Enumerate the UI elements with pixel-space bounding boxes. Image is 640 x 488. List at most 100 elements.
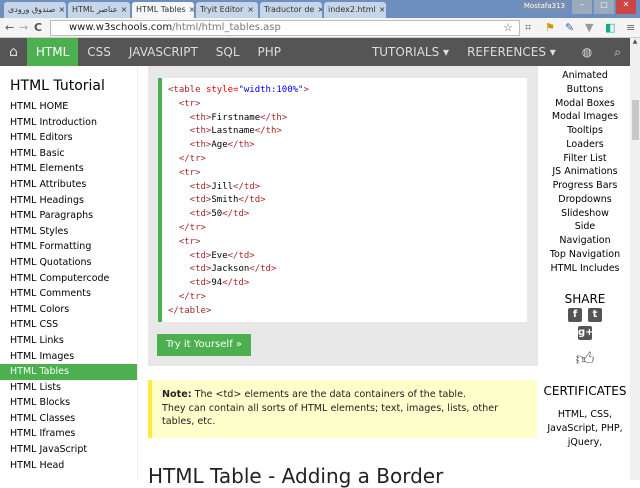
- sidebar-item[interactable]: HTML Editors: [0, 130, 137, 146]
- code-tag: >: [303, 85, 309, 95]
- nav-css[interactable]: CSS: [78, 38, 120, 66]
- nav-tutorials[interactable]: TUTORIALS ▾: [363, 38, 458, 66]
- url-input[interactable]: www.w3schools.com/html/html_tables.asp: [50, 20, 520, 36]
- sidebar-item[interactable]: HTML JavaScript: [0, 442, 137, 458]
- right-sidebar-link[interactable]: Top Navigation: [540, 248, 630, 262]
- browser-tab[interactable]: index2.html ×: [324, 2, 386, 18]
- browser-tab[interactable]: صندوق ورودی ×: [4, 2, 66, 18]
- right-sidebar-link[interactable]: HTML Includes: [540, 262, 630, 276]
- forward-icon[interactable]: →: [19, 21, 28, 34]
- tab-close-icon[interactable]: ×: [58, 5, 65, 15]
- code-line: <th>Lastname</th>: [168, 125, 527, 139]
- sidebar-item[interactable]: HTML Basic: [0, 146, 137, 162]
- browser-tab[interactable]: HTML عناصر ×: [68, 2, 130, 18]
- try-it-yourself-button[interactable]: Try it Yourself »: [157, 334, 251, 356]
- url-path: /html/html_tables.asp: [172, 22, 281, 33]
- sidebar-item[interactable]: HTML CSS: [0, 317, 137, 333]
- sidebar-item[interactable]: HTML Colors: [0, 302, 137, 318]
- scroll-up-arrow[interactable]: ▲: [630, 38, 640, 66]
- code-tag: </tr>: [168, 222, 206, 233]
- sidebar-item[interactable]: HTML Images: [0, 349, 137, 365]
- maximize-button[interactable]: □: [594, 0, 614, 14]
- right-sidebar-link[interactable]: Navigation: [540, 234, 630, 248]
- sidebar-item[interactable]: HTML Iframes: [0, 426, 137, 442]
- sidebar-item[interactable]: HTML Introduction: [0, 115, 137, 131]
- right-sidebar-link[interactable]: Modal Boxes: [540, 97, 630, 111]
- tab-label: HTML عناصر: [72, 5, 118, 14]
- reload-icon[interactable]: C: [34, 21, 42, 34]
- tab-close-icon[interactable]: ×: [379, 5, 386, 15]
- sidebar-item[interactable]: HTML Tables: [0, 364, 137, 380]
- sidebar-item[interactable]: HTML Headings: [0, 193, 137, 209]
- right-sidebar-link[interactable]: Slideshow: [540, 207, 630, 221]
- code-line: <th>Age</th>: [168, 139, 527, 153]
- share-heading: SHARE: [564, 292, 606, 307]
- close-window-button[interactable]: ✕: [616, 0, 636, 14]
- nav-references[interactable]: REFERENCES ▾: [458, 38, 565, 66]
- globe-icon[interactable]: ◍: [573, 38, 601, 66]
- google-plus-icon[interactable]: g+: [578, 326, 594, 341]
- right-sidebar-link[interactable]: Tooltips: [540, 124, 630, 138]
- right-sidebar-link[interactable]: Buttons: [540, 83, 630, 97]
- sidebar-item[interactable]: HTML Computercode: [0, 271, 137, 287]
- extension-icon[interactable]: ◧: [605, 21, 615, 34]
- thumbs-up-icon[interactable]: 👍︎: [540, 348, 630, 370]
- tab-close-icon[interactable]: ×: [189, 5, 194, 15]
- code-text: 94: [211, 278, 223, 289]
- right-sidebar-link[interactable]: Modal Images: [540, 110, 630, 124]
- scrollbar-thumb[interactable]: [632, 100, 639, 140]
- sidebar-item[interactable]: HTML Head: [0, 458, 137, 474]
- code-text: 50: [211, 209, 223, 220]
- extension-icon[interactable]: ⌗: [525, 21, 531, 35]
- code-line: <td>Smith</td>: [168, 194, 527, 208]
- tab-close-icon[interactable]: ×: [247, 5, 254, 15]
- extension-icon[interactable]: ▼: [585, 21, 593, 34]
- eyedropper-icon[interactable]: ✎: [565, 21, 574, 34]
- right-sidebar-link[interactable]: Filter List: [540, 152, 630, 166]
- code-tag: </td>: [233, 181, 261, 192]
- sidebar-item[interactable]: HTML Lists: [0, 380, 137, 396]
- facebook-icon[interactable]: f: [568, 308, 582, 323]
- sidebar-item[interactable]: HTML Classes: [0, 411, 137, 427]
- back-icon[interactable]: ←: [5, 21, 14, 34]
- extension-icon[interactable]: ⚑: [545, 21, 555, 34]
- search-icon[interactable]: ⌕: [605, 38, 630, 66]
- browser-tab[interactable]: Traductor de ×: [260, 2, 322, 18]
- nav-html[interactable]: HTML: [26, 38, 79, 66]
- browser-tab[interactable]: Tryit Editor ×: [196, 2, 258, 18]
- twitter-icon[interactable]: t: [588, 308, 602, 323]
- right-sidebar-link[interactable]: Loaders: [540, 138, 630, 152]
- code-text: Jackson: [211, 264, 250, 275]
- code-tag: </td>: [222, 278, 250, 289]
- sidebar-item[interactable]: HTML Attributes: [0, 177, 137, 193]
- right-sidebar-link[interactable]: Progress Bars: [540, 179, 630, 193]
- sidebar-item[interactable]: HTML Styles: [0, 224, 137, 240]
- certificates-text[interactable]: HTML, CSS, JavaScript, PHP, jQuery,: [540, 408, 630, 450]
- right-sidebar-link[interactable]: Animated: [540, 69, 630, 83]
- code-line: <td>50</td>: [168, 208, 527, 222]
- code-tag: <td>: [168, 195, 212, 206]
- user-badge[interactable]: Mostafa313: [520, 1, 568, 11]
- home-icon[interactable]: ⌂: [0, 38, 27, 66]
- code-tag: </td>: [227, 250, 255, 261]
- sidebar-item[interactable]: HTML Quotations: [0, 255, 137, 271]
- nav-sql[interactable]: SQL: [207, 38, 249, 66]
- sidebar-item[interactable]: HTML Formatting: [0, 239, 137, 255]
- sidebar-item[interactable]: HTML Paragraphs: [0, 208, 137, 224]
- tab-close-icon[interactable]: ×: [121, 5, 128, 15]
- sidebar-item[interactable]: HTML Links: [0, 333, 137, 349]
- star-icon[interactable]: ☆: [503, 21, 513, 34]
- sidebar-item[interactable]: HTML HOME: [0, 99, 137, 115]
- sidebar-item[interactable]: HTML Comments: [0, 286, 137, 302]
- right-sidebar-link[interactable]: Dropdowns: [540, 193, 630, 207]
- right-sidebar-link[interactable]: JS Animations: [540, 165, 630, 179]
- tab-close-icon[interactable]: ×: [317, 5, 322, 15]
- menu-icon[interactable]: ≡: [626, 21, 635, 34]
- nav-php[interactable]: PHP: [249, 38, 291, 66]
- sidebar-item[interactable]: HTML Blocks: [0, 395, 137, 411]
- nav-javascript[interactable]: JAVASCRIPT: [120, 38, 207, 66]
- sidebar-item[interactable]: HTML Elements: [0, 161, 137, 177]
- browser-tab[interactable]: HTML Tables ×: [132, 2, 194, 18]
- right-sidebar-link[interactable]: Side: [540, 220, 630, 234]
- minimize-button[interactable]: –: [572, 0, 592, 14]
